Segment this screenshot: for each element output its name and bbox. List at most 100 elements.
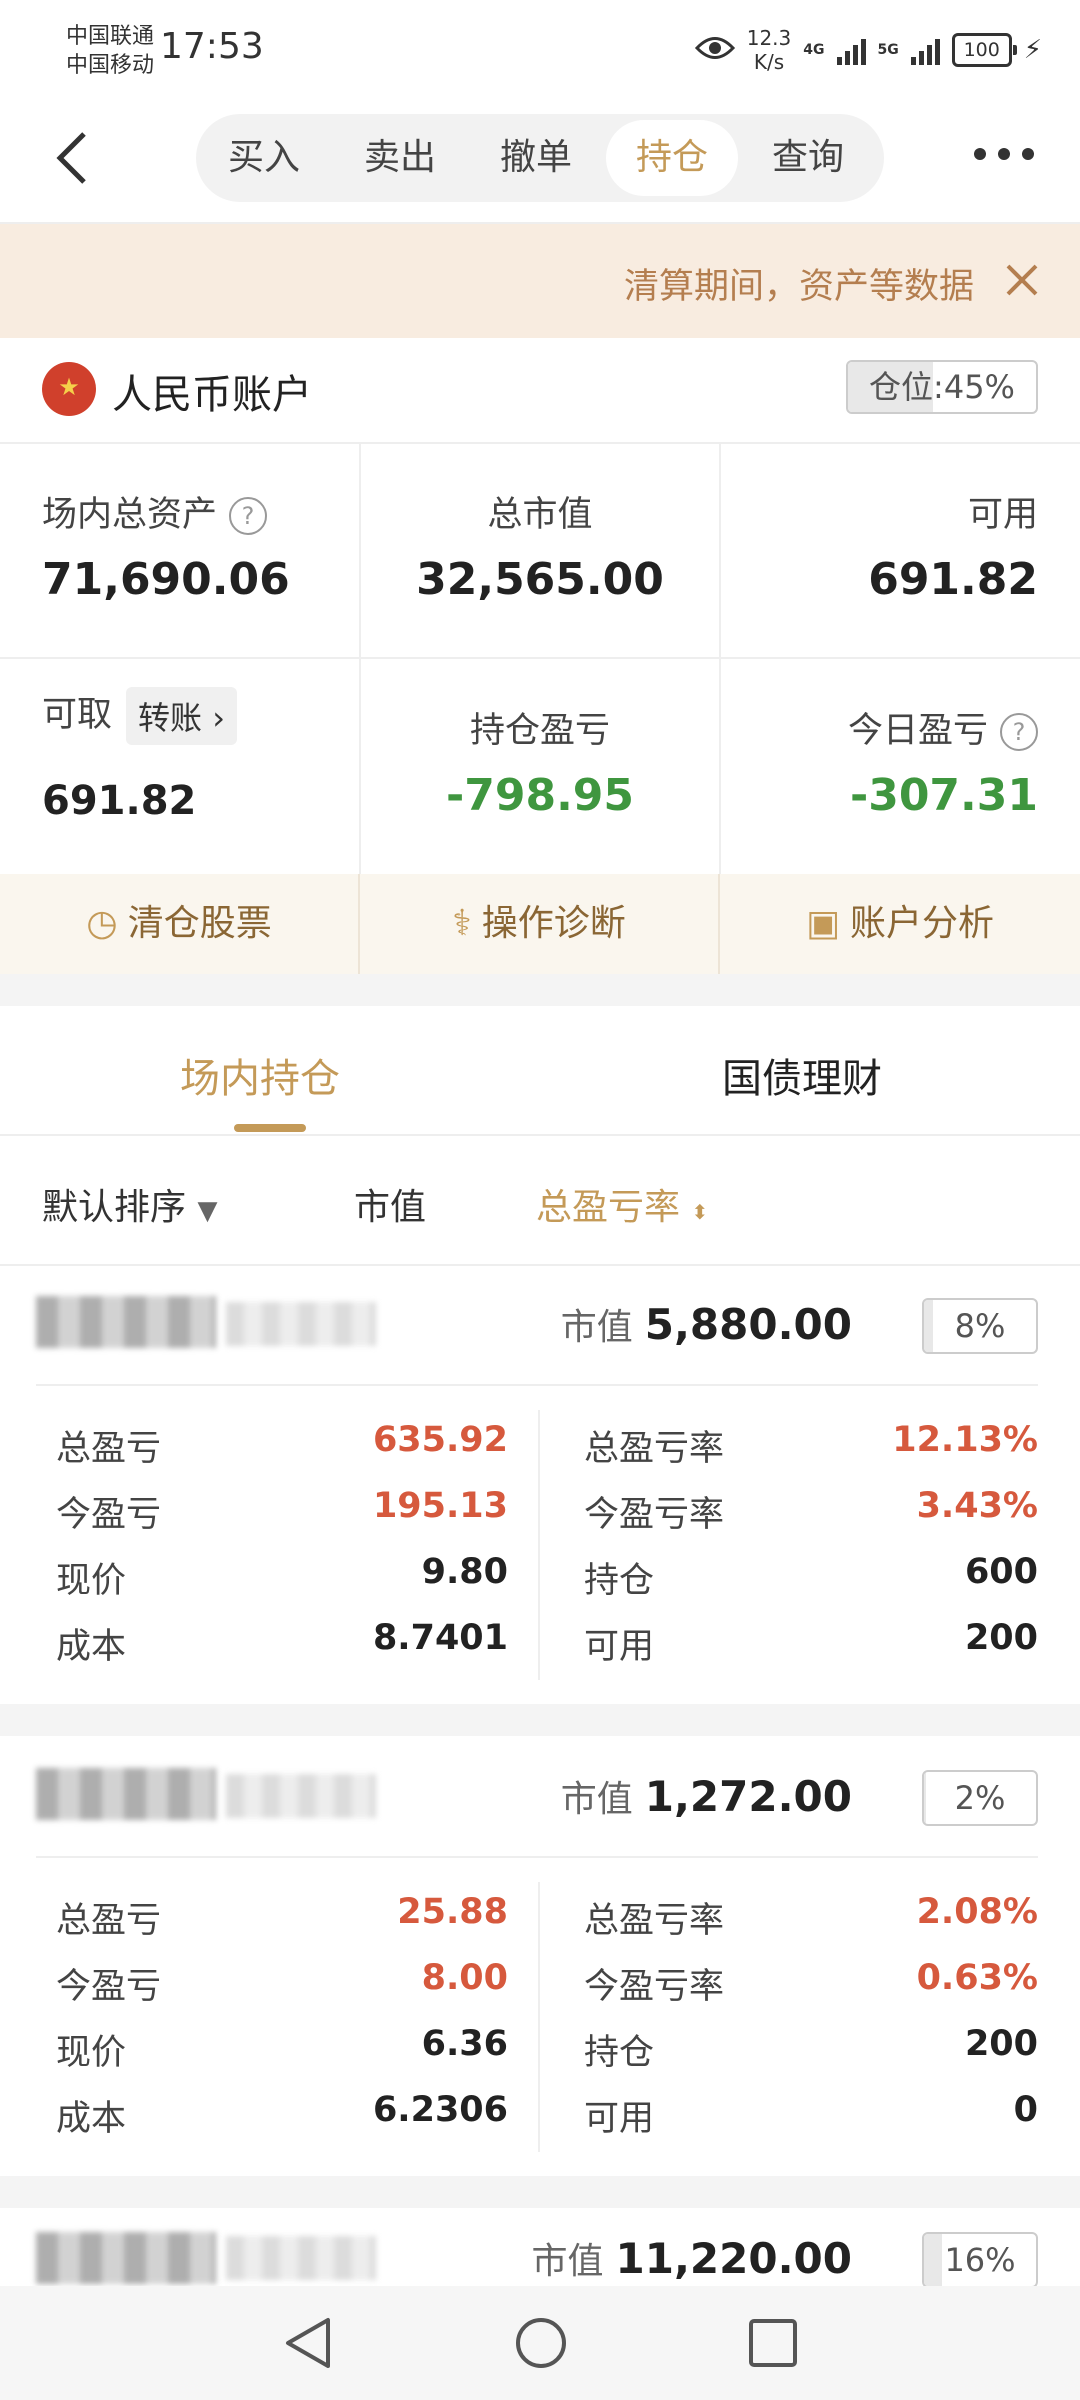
clear-stocks-button[interactable]: ◷ 清仓股票 (0, 874, 360, 974)
price-value: 9.80 (421, 1552, 508, 1592)
market-value-value: 32,565.00 (416, 554, 664, 605)
stock-code-redacted (226, 2236, 376, 2280)
status-bar: 中国联通 中国移动 17:53 12.3 K/s 4G 5G 100 ⚡ (0, 0, 1080, 100)
holding-value: 200 (964, 2024, 1038, 2064)
total-pl-value: 635.92 (372, 1420, 508, 1460)
total-pl-rate-label: 总盈亏率 (584, 1429, 725, 1469)
holding-pl-label: 持仓盈亏 (469, 711, 610, 751)
available-label: 可用 (584, 1627, 655, 1667)
diagnose-label: 操作诊断 (481, 903, 626, 944)
help-icon[interactable]: ? (1000, 713, 1038, 751)
back-icon[interactable] (52, 128, 112, 188)
tab-bond-finance[interactable]: 国债理财 (722, 1046, 882, 1104)
available-label: 可用 (584, 2099, 655, 2139)
total-pl-label: 总盈亏 (56, 1429, 162, 1469)
today-pl-value: -307.31 (849, 770, 1038, 821)
tab-sell[interactable]: 卖出 (332, 120, 468, 196)
today-pl-rate-value: 3.43% (916, 1486, 1038, 1526)
close-icon[interactable] (1002, 250, 1042, 311)
signal-icon-1 (836, 35, 866, 65)
today-pl-rate-row: 今盈亏率 3.43% (584, 1486, 1038, 1552)
today-pl-label: 今盈亏 (56, 1495, 162, 1535)
nav-home-icon[interactable] (514, 2316, 568, 2374)
today-pl-cell: 今日盈亏? -307.31 (720, 658, 1080, 874)
system-nav-bar (0, 2286, 1080, 2400)
more-icon[interactable] (972, 128, 1036, 174)
tab-cancel[interactable]: 撤单 (468, 120, 604, 196)
total-pl-rate-value: 2.08% (916, 1892, 1038, 1932)
market-value: 市值 1,272.00 (561, 1770, 852, 1822)
weight-indicator: 16% (922, 2232, 1038, 2286)
today-pl-value: 8.00 (421, 1958, 508, 1998)
tab-query[interactable]: 查询 (740, 120, 876, 196)
sort-default[interactable]: 默认排序 ▼ (42, 1178, 217, 1230)
today-pl-rate-label: 今盈亏率 (584, 1967, 725, 2007)
transfer-button[interactable]: 转账 › (126, 687, 237, 745)
weight-text: 16% (944, 2241, 1016, 2279)
network-type-1: 4G (803, 42, 825, 58)
tab-exchange-holdings[interactable]: 场内持仓 (180, 1046, 340, 1104)
sort-total-pl-rate[interactable]: 总盈亏率 ⬍ (536, 1178, 708, 1230)
total-pl-rate-row: 总盈亏率 2.08% (584, 1892, 1038, 1958)
account-analysis-button[interactable]: ▣ 账户分析 (720, 874, 1080, 974)
weight-text: 2% (954, 1779, 1006, 1817)
holding-card[interactable]: 市值 5,880.00 8% 总盈亏 635.92 今盈亏 195.13 现价 9.80… (0, 1266, 1080, 1706)
speed-unit: K/s (753, 50, 785, 74)
holding-card[interactable]: 市值 11,220.00 16% (0, 2208, 1080, 2286)
stethoscope-icon: ⚕ (452, 903, 472, 944)
sort-default-label: 默认排序 (42, 1187, 187, 1228)
diagnose-button[interactable]: ⚕ 操作诊断 (360, 874, 720, 974)
weight-indicator: 2% (922, 1770, 1038, 1826)
holding-row: 持仓 600 (584, 1552, 1038, 1618)
eye-icon (694, 35, 735, 65)
today-pl-value: 195.13 (372, 1486, 508, 1526)
signal-icon-2 (910, 35, 940, 65)
holding-value: 600 (964, 1552, 1038, 1592)
cost-label: 成本 (56, 1627, 127, 1667)
holding-card[interactable]: 市值 1,272.00 2% 总盈亏 25.88 今盈亏 8.00 现价 6.36 成本… (0, 1738, 1080, 2178)
market-value-amount: 11,220.00 (615, 2234, 852, 2283)
price-row: 现价 9.80 (56, 1552, 508, 1618)
caret-down-icon: ▼ (197, 1196, 218, 1226)
nav-recent-icon[interactable] (746, 2316, 800, 2374)
price-label: 现价 (56, 1561, 127, 1601)
charging-icon: ⚡ (1023, 35, 1042, 65)
sort-market-value[interactable]: 市值 (354, 1178, 426, 1230)
market-value-cell: 总市值 32,565.00 (360, 442, 720, 658)
market-value-amount: 5,880.00 (644, 1300, 852, 1349)
today-pl-rate-label: 今盈亏率 (584, 1495, 725, 1535)
divider (36, 1384, 1038, 1386)
available-row: 可用 200 (584, 1618, 1038, 1684)
transfer-label: 转账 (138, 699, 203, 737)
price-label: 现价 (56, 2033, 127, 2073)
speed-value: 12.3 (746, 26, 792, 50)
position-text: 仓位:45% (869, 368, 1015, 406)
sort-total-pl-rate-label: 总盈亏率 (536, 1187, 681, 1228)
market-value-label: 市值 (560, 1307, 633, 1348)
today-pl-rate-row: 今盈亏率 0.63% (584, 1958, 1038, 2024)
battery-icon: 100 (951, 33, 1017, 67)
total-pl-row: 总盈亏 635.92 (56, 1420, 508, 1486)
clock-icon: ◷ (86, 903, 118, 944)
tab-holdings[interactable]: 持仓 (606, 120, 738, 196)
cost-row: 成本 8.7401 (56, 1618, 508, 1684)
clear-stocks-label: 清仓股票 (127, 903, 272, 944)
account-title: 人民币账户 (112, 372, 312, 418)
help-icon[interactable]: ? (229, 497, 268, 535)
position-value: 45% (943, 368, 1015, 406)
holding-pl-value: -798.95 (445, 770, 635, 821)
market-value-amount: 1,272.00 (644, 1772, 852, 1821)
notice-text: 清算期间，资产等数据 (623, 267, 974, 307)
withdrawable-label: 可取 转账 › (42, 686, 237, 745)
today-pl-rate-value: 0.63% (916, 1958, 1038, 1998)
nav-back-icon[interactable] (282, 2316, 336, 2374)
today-pl-label: 今日盈亏? (848, 702, 1038, 753)
stock-code-redacted (226, 1302, 376, 1346)
total-assets-label-text: 场内总资产 (42, 495, 218, 535)
tab-buy[interactable]: 买入 (196, 120, 332, 196)
today-pl-row: 今盈亏 195.13 (56, 1486, 508, 1552)
available-value: 0 (1013, 2090, 1038, 2130)
position-indicator: 仓位:45% (846, 360, 1038, 414)
total-assets-cell: 场内总资产? 71,690.06 (0, 442, 360, 658)
account-analysis-label: 账户分析 (850, 903, 995, 944)
